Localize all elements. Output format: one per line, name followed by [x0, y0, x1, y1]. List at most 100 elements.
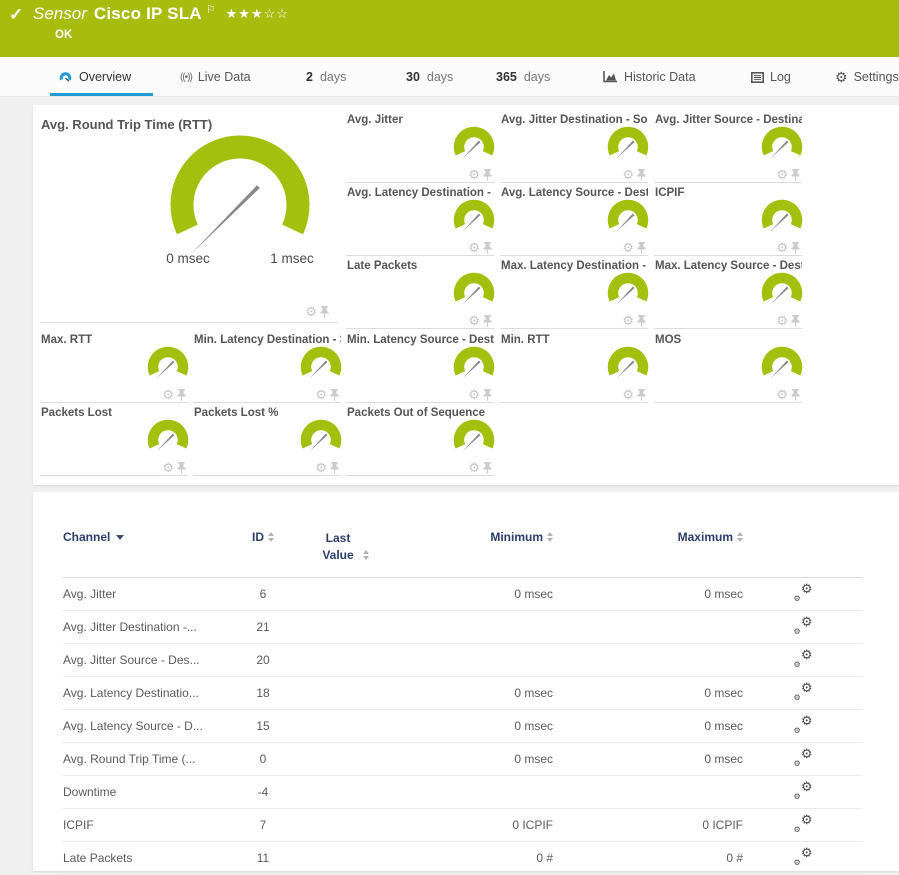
channel-settings-gears-icon[interactable]: ⚙⚙ — [794, 749, 813, 766]
gauge-panel-avg-jitter-dest-source[interactable]: Avg. Jitter Destination - Source ⚙ — [500, 111, 648, 183]
gauge-panel-min-latency-dest-source[interactable]: Min. Latency Destination - So... ⚙ — [193, 331, 341, 403]
panel-pin-icon[interactable] — [791, 242, 800, 254]
panel-pin-icon[interactable] — [791, 315, 800, 327]
table-row[interactable]: Avg. Jitter Destination -... 21 ⚙⚙ — [63, 610, 863, 643]
panel-pin-icon[interactable] — [637, 389, 646, 401]
panel-gear-icon[interactable]: ⚙ — [468, 168, 480, 181]
channel-settings-gears-icon[interactable]: ⚙⚙ — [794, 683, 813, 700]
panel-gear-icon[interactable]: ⚙ — [776, 241, 788, 254]
panel-gear-icon[interactable]: ⚙ — [776, 314, 788, 327]
table-row[interactable]: Avg. Latency Destinatio... 18 0 msec 0 m… — [63, 676, 863, 709]
panel-pin-icon[interactable] — [483, 169, 492, 181]
panel-gear-icon[interactable]: ⚙ — [468, 388, 480, 401]
channel-id: 11 — [223, 841, 303, 874]
panel-pin-icon[interactable] — [637, 315, 646, 327]
gauge-panel-min-latency-source-dest[interactable]: Min. Latency Source - Destina... ⚙ — [346, 331, 494, 403]
channel-maximum: 0 ICPIF — [553, 808, 743, 841]
panel-actions: ⚙ — [468, 314, 492, 327]
panel-actions: ⚙ — [622, 388, 646, 401]
panel-gear-icon[interactable]: ⚙ — [468, 461, 480, 474]
channel-id: 18 — [223, 676, 303, 709]
gauge-panel-mos[interactable]: MOS ⚙ — [654, 331, 802, 403]
table-row[interactable]: Late Packets 11 0 # 0 # ⚙⚙ — [63, 841, 863, 874]
table-row[interactable]: ICPIF 7 0 ICPIF 0 ICPIF ⚙⚙ — [63, 808, 863, 841]
panel-gear-icon[interactable]: ⚙ — [776, 388, 788, 401]
gauge-panel-max-latency-source-dest[interactable]: Max. Latency Source - Destin... ⚙ — [654, 257, 802, 329]
panel-pin-icon[interactable] — [483, 242, 492, 254]
channel-settings-gears-icon[interactable]: ⚙⚙ — [794, 617, 813, 634]
panel-pin-icon[interactable] — [791, 389, 800, 401]
panel-gear-icon[interactable]: ⚙ — [315, 461, 327, 474]
tab-settings[interactable]: ⚙ Settings — [835, 57, 899, 97]
tab-2-days[interactable]: 2 days — [306, 57, 346, 97]
column-header-last-value[interactable]: Last Value — [303, 522, 383, 577]
panel-gear-icon[interactable]: ⚙ — [622, 314, 634, 327]
panel-gear-icon[interactable]: ⚙ — [162, 461, 174, 474]
tab-log[interactable]: Log — [751, 57, 791, 97]
gauge-panel-avg-jitter[interactable]: Avg. Jitter ⚙ — [346, 111, 494, 183]
panel-pin-icon[interactable] — [177, 462, 186, 474]
panel-gear-icon[interactable]: ⚙ — [622, 388, 634, 401]
table-row[interactable]: Downtime -4 ⚙⚙ — [63, 775, 863, 808]
tab-number: 30 — [406, 70, 420, 84]
panel-gear-icon[interactable]: ⚙ — [776, 168, 788, 181]
panel-pin-icon[interactable] — [320, 306, 329, 318]
gauge-panel-avg-jitter-source-dest[interactable]: Avg. Jitter Source - Destination ⚙ — [654, 111, 802, 183]
column-header-maximum[interactable]: Maximum — [553, 522, 743, 577]
panel-pin-icon[interactable] — [483, 462, 492, 474]
sort-toggle-icon — [737, 532, 743, 542]
channel-id: 15 — [223, 709, 303, 742]
gauge-title: Avg. Round Trip Time (RTT) — [40, 111, 337, 132]
tab-overview[interactable]: Overview — [58, 57, 131, 97]
column-header-minimum[interactable]: Minimum — [383, 522, 553, 577]
tab-30-days[interactable]: 30 days — [406, 57, 453, 97]
panel-pin-icon[interactable] — [637, 169, 646, 181]
panel-pin-icon[interactable] — [483, 315, 492, 327]
gauge-panel-max-latency-dest-source[interactable]: Max. Latency Destination - So... ⚙ — [500, 257, 648, 329]
panel-gear-icon[interactable]: ⚙ — [468, 241, 480, 254]
panel-pin-icon[interactable] — [330, 389, 339, 401]
tab-live-data[interactable]: ((•)) Live Data — [180, 57, 251, 97]
gauge-panel-avg-rtt[interactable]: Avg. Round Trip Time (RTT) 0 msec 1 msec… — [40, 111, 337, 323]
tab-365-days[interactable]: 365 days — [496, 57, 550, 97]
gauge-panel-late-packets[interactable]: Late Packets ⚙ — [346, 257, 494, 329]
channel-id: 21 — [223, 610, 303, 643]
table-row[interactable]: Avg. Latency Source - D... 15 0 msec 0 m… — [63, 709, 863, 742]
gauge-panel-packets-lost-pct[interactable]: Packets Lost % ⚙ — [193, 404, 341, 476]
gauge-panel-max-rtt[interactable]: Max. RTT ⚙ — [40, 331, 188, 403]
table-row[interactable]: Avg. Round Trip Time (... 0 0 msec 0 mse… — [63, 742, 863, 775]
channel-name: Avg. Jitter Source - Des... — [63, 643, 223, 676]
panel-gear-icon[interactable]: ⚙ — [622, 241, 634, 254]
panel-pin-icon[interactable] — [330, 462, 339, 474]
tab-historic-data[interactable]: Historic Data — [603, 57, 696, 97]
panel-pin-icon[interactable] — [791, 169, 800, 181]
channel-settings-gears-icon[interactable]: ⚙⚙ — [794, 782, 813, 799]
panel-gear-icon[interactable]: ⚙ — [162, 388, 174, 401]
panel-gear-icon[interactable]: ⚙ — [315, 388, 327, 401]
panel-pin-icon[interactable] — [637, 242, 646, 254]
table-row[interactable]: Avg. Jitter 6 0 msec 0 msec ⚙⚙ — [63, 577, 863, 610]
channel-settings-gears-icon[interactable]: ⚙⚙ — [794, 584, 813, 601]
gauge-panel-packets-out-of-sequence[interactable]: Packets Out of Sequence ⚙ — [346, 404, 494, 476]
flag-icon[interactable]: ⚐ — [206, 3, 216, 16]
panel-gear-icon[interactable]: ⚙ — [468, 314, 480, 327]
column-header-channel[interactable]: Channel — [63, 522, 223, 577]
channel-settings-gears-icon[interactable]: ⚙⚙ — [794, 650, 813, 667]
gauge-panel-packets-lost[interactable]: Packets Lost ⚙ — [40, 404, 188, 476]
channel-settings-gears-icon[interactable]: ⚙⚙ — [794, 848, 813, 865]
gauge-panel-avg-latency-source-dest[interactable]: Avg. Latency Source - Destin... ⚙ — [500, 184, 648, 256]
channel-settings-gears-icon[interactable]: ⚙⚙ — [794, 815, 813, 832]
panel-pin-icon[interactable] — [177, 389, 186, 401]
channel-minimum — [383, 775, 553, 808]
panel-gear-icon[interactable]: ⚙ — [622, 168, 634, 181]
priority-stars[interactable]: ★★★☆☆ — [226, 6, 289, 22]
channel-gauge — [604, 196, 652, 242]
gauge-panel-min-rtt[interactable]: Min. RTT ⚙ — [500, 331, 648, 403]
channel-settings-gears-icon[interactable]: ⚙⚙ — [794, 716, 813, 733]
panel-gear-icon[interactable]: ⚙ — [305, 305, 317, 318]
table-row[interactable]: Avg. Jitter Source - Des... 20 ⚙⚙ — [63, 643, 863, 676]
gauge-panel-avg-latency-dest-source[interactable]: Avg. Latency Destination - So... ⚙ — [346, 184, 494, 256]
gauge-panel-icpif[interactable]: ICPIF ⚙ — [654, 184, 802, 256]
column-header-id[interactable]: ID — [223, 522, 303, 577]
panel-pin-icon[interactable] — [483, 389, 492, 401]
